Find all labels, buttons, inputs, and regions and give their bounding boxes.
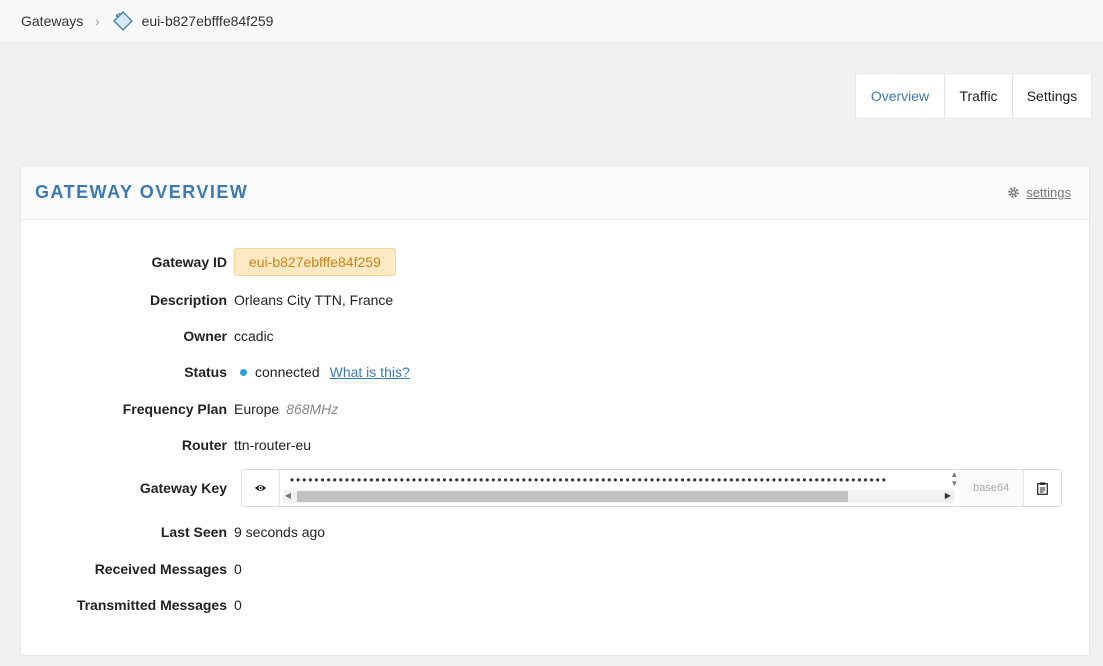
field-owner: Owner ccadic (21, 326, 1091, 346)
gateway-key-box: ••••••••••••••••••••••••••••••••••••••••… (241, 469, 1062, 507)
field-transmitted-messages: Transmitted Messages 0 (21, 595, 1091, 615)
settings-link[interactable]: settings (1007, 185, 1071, 200)
frequency-band: 868MHz (286, 401, 339, 417)
received-messages-value: 0 (234, 561, 242, 577)
clipboard-icon (1037, 482, 1048, 495)
show-key-button[interactable] (242, 470, 280, 506)
scroll-up-arrow[interactable]: ▲ (950, 470, 958, 479)
field-router: Router ttn-router-eu (21, 435, 1091, 455)
field-frequency-plan: Frequency Plan Europe 868MHz (21, 399, 1091, 419)
tab-settings[interactable]: Settings (1012, 74, 1091, 118)
gear-icon (1008, 187, 1019, 198)
breadcrumb-bar: Gateways › eui-b827ebfffe84f259 (0, 0, 1103, 43)
scrollbar-thumb[interactable] (296, 491, 848, 502)
field-description: Description Orleans City TTN, France (21, 290, 1091, 310)
field-received-messages: Received Messages 0 (21, 559, 1091, 579)
last-seen-value: 9 seconds ago (234, 524, 326, 540)
status-help-link[interactable]: What is this? (330, 364, 410, 380)
status-dot (240, 368, 247, 376)
router-value: ttn-router-eu (234, 437, 312, 453)
tab-traffic[interactable]: Traffic (944, 74, 1012, 118)
chevron-right-icon: › (95, 13, 100, 29)
gateway-overview-panel: Gateway Overview settings Gateway ID eui… (20, 165, 1090, 656)
settings-link-label: settings (1026, 185, 1071, 200)
key-format-label: base64 (959, 470, 1025, 506)
field-label: Gateway ID (151, 254, 227, 270)
breadcrumb-gateways-link[interactable]: Gateways (21, 13, 83, 29)
field-label: Owner (183, 328, 227, 344)
status-value: connected (255, 364, 320, 380)
description-value: Orleans City TTN, France (234, 292, 394, 308)
field-last-seen: Last Seen 9 seconds ago (21, 522, 1091, 542)
gateway-id-badge: eui-b827ebfffe84f259 (234, 248, 396, 276)
eye-icon (254, 485, 267, 491)
tab-overview[interactable]: Overview (856, 74, 944, 118)
field-label: Frequency Plan (122, 401, 227, 417)
gateway-key-field[interactable]: ••••••••••••••••••••••••••••••••••••••••… (280, 470, 959, 506)
field-label: Transmitted Messages (76, 597, 227, 613)
field-label: Received Messages (94, 561, 227, 577)
horizontal-scrollbar[interactable]: ◀ ▶ (282, 490, 955, 503)
field-label: Last Seen (160, 524, 227, 540)
gateway-icon (112, 11, 133, 31)
scroll-left-arrow[interactable]: ◀ (285, 491, 291, 500)
breadcrumb-current: eui-b827ebfffe84f259 (141, 13, 274, 29)
scroll-right-arrow[interactable]: ▶ (945, 491, 951, 500)
panel-header: Gateway Overview settings (21, 166, 1089, 220)
gateway-key-masked: ••••••••••••••••••••••••••••••••••••••••… (289, 473, 888, 487)
panel-title: Gateway Overview (35, 182, 249, 202)
frequency-plan-value: Europe (234, 401, 280, 417)
field-gateway-id: Gateway ID eui-b827ebfffe84f259 (21, 248, 1091, 276)
field-label: Gateway Key (139, 480, 227, 496)
transmitted-messages-value: 0 (234, 597, 242, 613)
owner-value: ccadic (234, 328, 274, 344)
scroll-down-arrow[interactable]: ▼ (950, 479, 958, 488)
field-status: Status connected What is this? (21, 362, 1091, 382)
field-label: Router (181, 437, 227, 453)
field-label: Description (149, 292, 227, 308)
copy-key-button[interactable] (1024, 470, 1061, 506)
field-label: Status (184, 364, 227, 380)
tab-bar: Overview Traffic Settings (855, 73, 1092, 119)
